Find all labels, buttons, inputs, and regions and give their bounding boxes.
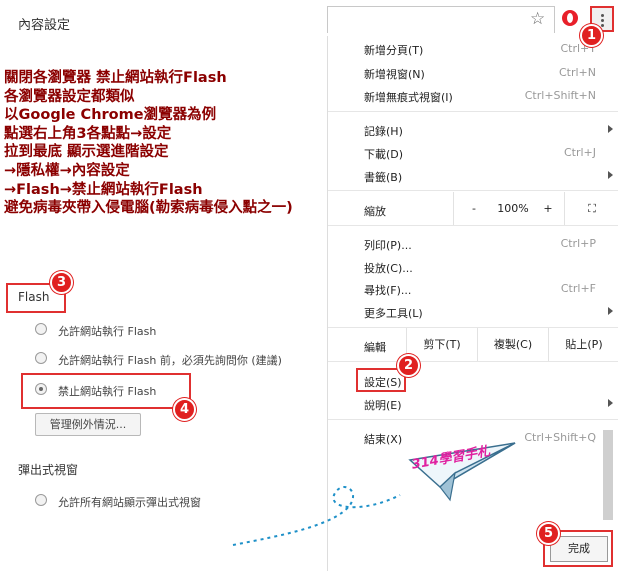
cut-button[interactable]: 剪下(T)	[406, 328, 477, 361]
badge-1: 1	[580, 24, 603, 47]
submenu-arrow-icon	[608, 171, 613, 179]
badge-2: 2	[397, 354, 420, 377]
option-allow-popups-label: 允許所有網站顯示彈出式視窗	[58, 496, 201, 509]
star-icon[interactable]: ☆	[530, 9, 545, 29]
scrollbar-thumb[interactable]	[603, 430, 613, 520]
submenu-arrow-icon	[608, 399, 613, 407]
submenu-arrow-icon	[608, 307, 613, 315]
menu-separator	[328, 361, 618, 362]
option-allow-flash-label: 允許網站執行 Flash	[58, 325, 157, 338]
menu-item-history[interactable]: 記錄(H)	[364, 123, 403, 139]
settings-title: 內容設定	[18, 18, 71, 33]
zoom-out-button[interactable]: -	[453, 192, 494, 225]
shortcut-new-window: Ctrl+N	[558, 66, 596, 79]
menu-item-print[interactable]: 列印(P)...	[364, 237, 412, 253]
radio-block-flash[interactable]	[35, 383, 47, 395]
option-block-flash-label: 禁止網站執行 Flash	[58, 385, 157, 398]
address-bar[interactable]	[327, 6, 555, 33]
popup-heading: 彈出式視窗	[18, 463, 79, 477]
shortcut-downloads: Ctrl+J	[563, 146, 596, 159]
zoom-value: 100%	[497, 202, 529, 215]
opera-icon[interactable]	[562, 10, 578, 26]
submenu-arrow-icon	[608, 125, 613, 133]
radio-ask-flash[interactable]	[35, 352, 47, 364]
paste-button[interactable]: 貼上(P)	[548, 328, 619, 361]
flash-heading: Flash	[18, 290, 50, 304]
option-ask-flash-label: 允許網站執行 Flash 前，必須先詢問你 (建議)	[58, 354, 282, 367]
menu-item-downloads[interactable]: 下載(D)	[364, 146, 403, 162]
badge-4: 4	[173, 398, 196, 421]
radio-allow-flash[interactable]	[35, 323, 47, 335]
menu-item-find[interactable]: 尋找(F)...	[364, 282, 411, 298]
menu-item-cast[interactable]: 投放(C)...	[364, 260, 413, 276]
menu-separator	[328, 225, 618, 226]
shortcut-incognito: Ctrl+Shift+N	[524, 89, 596, 102]
manage-exceptions-button[interactable]: 管理例外情況...	[35, 413, 141, 436]
menu-item-help[interactable]: 說明(E)	[364, 397, 402, 413]
menu-item-incognito[interactable]: 新增無痕式視窗(I)	[364, 89, 453, 105]
copy-button[interactable]: 複製(C)	[477, 328, 548, 361]
menu-separator	[328, 190, 618, 191]
menu-item-bookmarks[interactable]: 書籤(B)	[364, 169, 402, 185]
menu-item-new-window[interactable]: 新增視窗(N)	[364, 66, 425, 82]
fullscreen-icon[interactable]: ⛶	[564, 192, 619, 225]
menu-separator	[328, 111, 618, 112]
menu-separator	[328, 419, 618, 420]
menu-item-zoom: 縮放	[364, 205, 386, 218]
radio-allow-popups[interactable]	[35, 494, 47, 506]
badge-3: 3	[50, 271, 73, 294]
badge-5: 5	[537, 522, 560, 545]
menu-item-edit: 編輯	[364, 341, 386, 354]
instruction-annotation: 關閉各瀏覽器 禁止網站執行Flash 各瀏覽器設定都類似 以Google Chr…	[4, 70, 293, 217]
menu-item-new-tab[interactable]: 新增分頁(T)	[364, 42, 423, 58]
menu-item-more-tools[interactable]: 更多工具(L)	[364, 305, 423, 321]
shortcut-find: Ctrl+F	[560, 282, 596, 295]
shortcut-exit: Ctrl+Shift+Q	[524, 431, 596, 444]
zoom-in-button[interactable]: +	[533, 192, 563, 225]
shortcut-print: Ctrl+P	[560, 237, 596, 250]
